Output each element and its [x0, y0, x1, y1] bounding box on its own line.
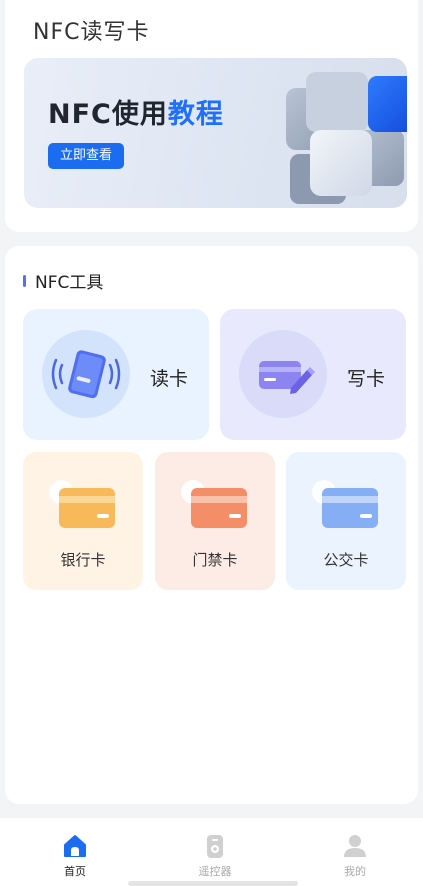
write-card-icon-bg: [239, 330, 327, 418]
bottom-tab-bar: 首页 遥控器 我的: [0, 818, 423, 886]
section-marker: [23, 274, 26, 287]
tab-remote[interactable]: 遥控器: [145, 818, 285, 886]
section-header: NFC工具: [23, 268, 103, 293]
section-title: NFC工具: [35, 273, 104, 293]
home-indicator: [128, 881, 298, 886]
banner-title: NFC使用教程: [48, 92, 224, 131]
banner-title-main: NFC使用: [48, 99, 168, 130]
read-card-label: 读卡: [150, 368, 189, 390]
view-now-button[interactable]: 立即查看: [48, 143, 124, 169]
bank-card-label: 银行卡: [60, 551, 106, 569]
write-card-label: 写卡: [347, 368, 386, 390]
write-card-tile[interactable]: 写卡: [220, 309, 406, 440]
read-card-icon-bg: [42, 330, 130, 418]
remote-icon: [207, 835, 223, 858]
home-icon: [64, 835, 86, 857]
read-card-icon: [51, 350, 121, 399]
tab-home-label: 首页: [64, 865, 86, 878]
bank-card-tile[interactable]: 银行卡: [23, 452, 143, 590]
bus-card-tile[interactable]: 公交卡: [286, 452, 406, 590]
bank-card-icon: [49, 480, 115, 528]
tab-mine[interactable]: 我的: [285, 818, 423, 886]
read-card-tile[interactable]: 读卡: [23, 309, 209, 440]
page-title: NFC读写卡: [33, 20, 150, 45]
user-icon: [344, 835, 366, 857]
bus-card-icon: [312, 480, 378, 528]
write-card-icon: [259, 361, 315, 394]
tutorial-banner[interactable]: NFC使用教程 立即查看: [24, 58, 407, 208]
access-card-label: 门禁卡: [192, 551, 238, 569]
tab-mine-label: 我的: [344, 865, 366, 878]
access-card-tile[interactable]: 门禁卡: [155, 452, 275, 590]
nfc-tools-section: NFC工具 读卡 写卡 银行卡 门禁卡 公交卡: [5, 246, 418, 804]
tab-home[interactable]: 首页: [5, 818, 145, 886]
banner-title-highlight: 教程: [167, 99, 224, 130]
cubes-illustration-icon: [286, 72, 407, 204]
bus-card-label: 公交卡: [323, 551, 369, 569]
tab-remote-label: 遥控器: [198, 865, 232, 878]
access-card-icon: [181, 480, 247, 528]
